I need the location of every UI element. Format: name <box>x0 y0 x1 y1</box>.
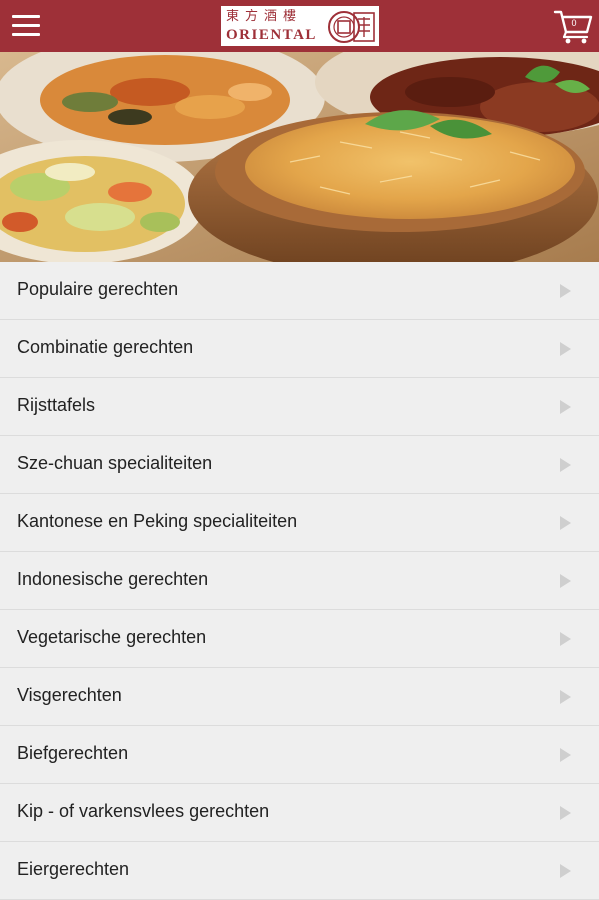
hamburger-menu-icon-line <box>12 24 40 27</box>
chevron-right-icon <box>560 400 571 414</box>
menu-item-indonesische-gerechten[interactable]: Indonesische gerechten <box>0 552 599 610</box>
menu-item-label: Vegetarische gerechten <box>17 627 207 647</box>
chevron-right-icon <box>560 342 571 356</box>
chevron-right-icon <box>560 574 571 588</box>
chevron-right-icon <box>560 806 571 820</box>
hero-food-image <box>0 52 599 262</box>
menu-item-biefgerechten[interactable]: Biefgerechten <box>0 726 599 784</box>
menu-item-label: Visgerechten <box>17 685 122 705</box>
menu-item-kantonese-en-peking-specialiteiten[interactable]: Kantonese en Peking specialiteiten <box>0 494 599 552</box>
menu-item-combinatie-gerechten[interactable]: Combinatie gerechten <box>0 320 599 378</box>
chevron-right-icon <box>560 516 571 530</box>
hamburger-menu-button[interactable] <box>10 12 42 40</box>
menu-item-label: Kip - of varkensvlees gerechten <box>17 801 270 821</box>
shopping-cart-button[interactable]: 0 <box>553 8 593 44</box>
chevron-right-icon <box>560 690 571 704</box>
menu-item-kip-of-varkensvlees-gerechten[interactable]: Kip - of varkensvlees gerechten <box>0 784 599 842</box>
logo-chinese-text: 東方酒樓 <box>226 9 303 24</box>
menu-item-label: Eiergerechten <box>17 859 130 879</box>
chevron-right-icon <box>560 284 571 298</box>
logo-latin-text: ORIENTAL <box>226 27 317 43</box>
menu-item-sze-chuan-specialiteiten[interactable]: Sze-chuan specialiteiten <box>0 436 599 494</box>
menu-item-visgerechten[interactable]: Visgerechten <box>0 668 599 726</box>
menu-item-label: Sze-chuan specialiteiten <box>17 453 213 473</box>
app-header: 東方酒樓 ORIENTAL 0 <box>0 0 599 52</box>
menu-item-label: Biefgerechten <box>17 743 129 763</box>
menu-item-eiergerechten[interactable]: Eiergerechten <box>0 842 599 900</box>
menu-item-label: Combinatie gerechten <box>17 337 194 357</box>
chevron-right-icon <box>560 458 571 472</box>
menu-item-populaire-gerechten[interactable]: Populaire gerechten <box>0 262 599 320</box>
hamburger-menu-icon <box>12 15 40 18</box>
cart-count-badge: 0 <box>571 18 577 28</box>
menu-item-vegetarische-gerechten[interactable]: Vegetarische gerechten <box>0 610 599 668</box>
oriental-logo[interactable]: 東方酒樓 ORIENTAL <box>221 6 379 46</box>
chevron-right-icon <box>560 632 571 646</box>
menu-item-rijsttafels[interactable]: Rijsttafels <box>0 378 599 436</box>
menu-item-label: Populaire gerechten <box>17 279 179 299</box>
chevron-right-icon <box>560 748 571 762</box>
category-menu-list: Populaire gerechten Combinatie gerechten… <box>0 262 599 900</box>
hero-illustration <box>0 52 599 262</box>
menu-item-label: Rijsttafels <box>17 395 96 415</box>
menu-item-label: Kantonese en Peking specialiteiten <box>17 511 298 531</box>
logo-text: 東方酒樓 ORIENTAL <box>224 7 324 45</box>
chevron-right-icon <box>560 864 571 878</box>
logo-seal-icon <box>328 11 375 43</box>
menu-item-label: Indonesische gerechten <box>17 569 209 589</box>
hamburger-menu-icon-line <box>12 33 40 36</box>
